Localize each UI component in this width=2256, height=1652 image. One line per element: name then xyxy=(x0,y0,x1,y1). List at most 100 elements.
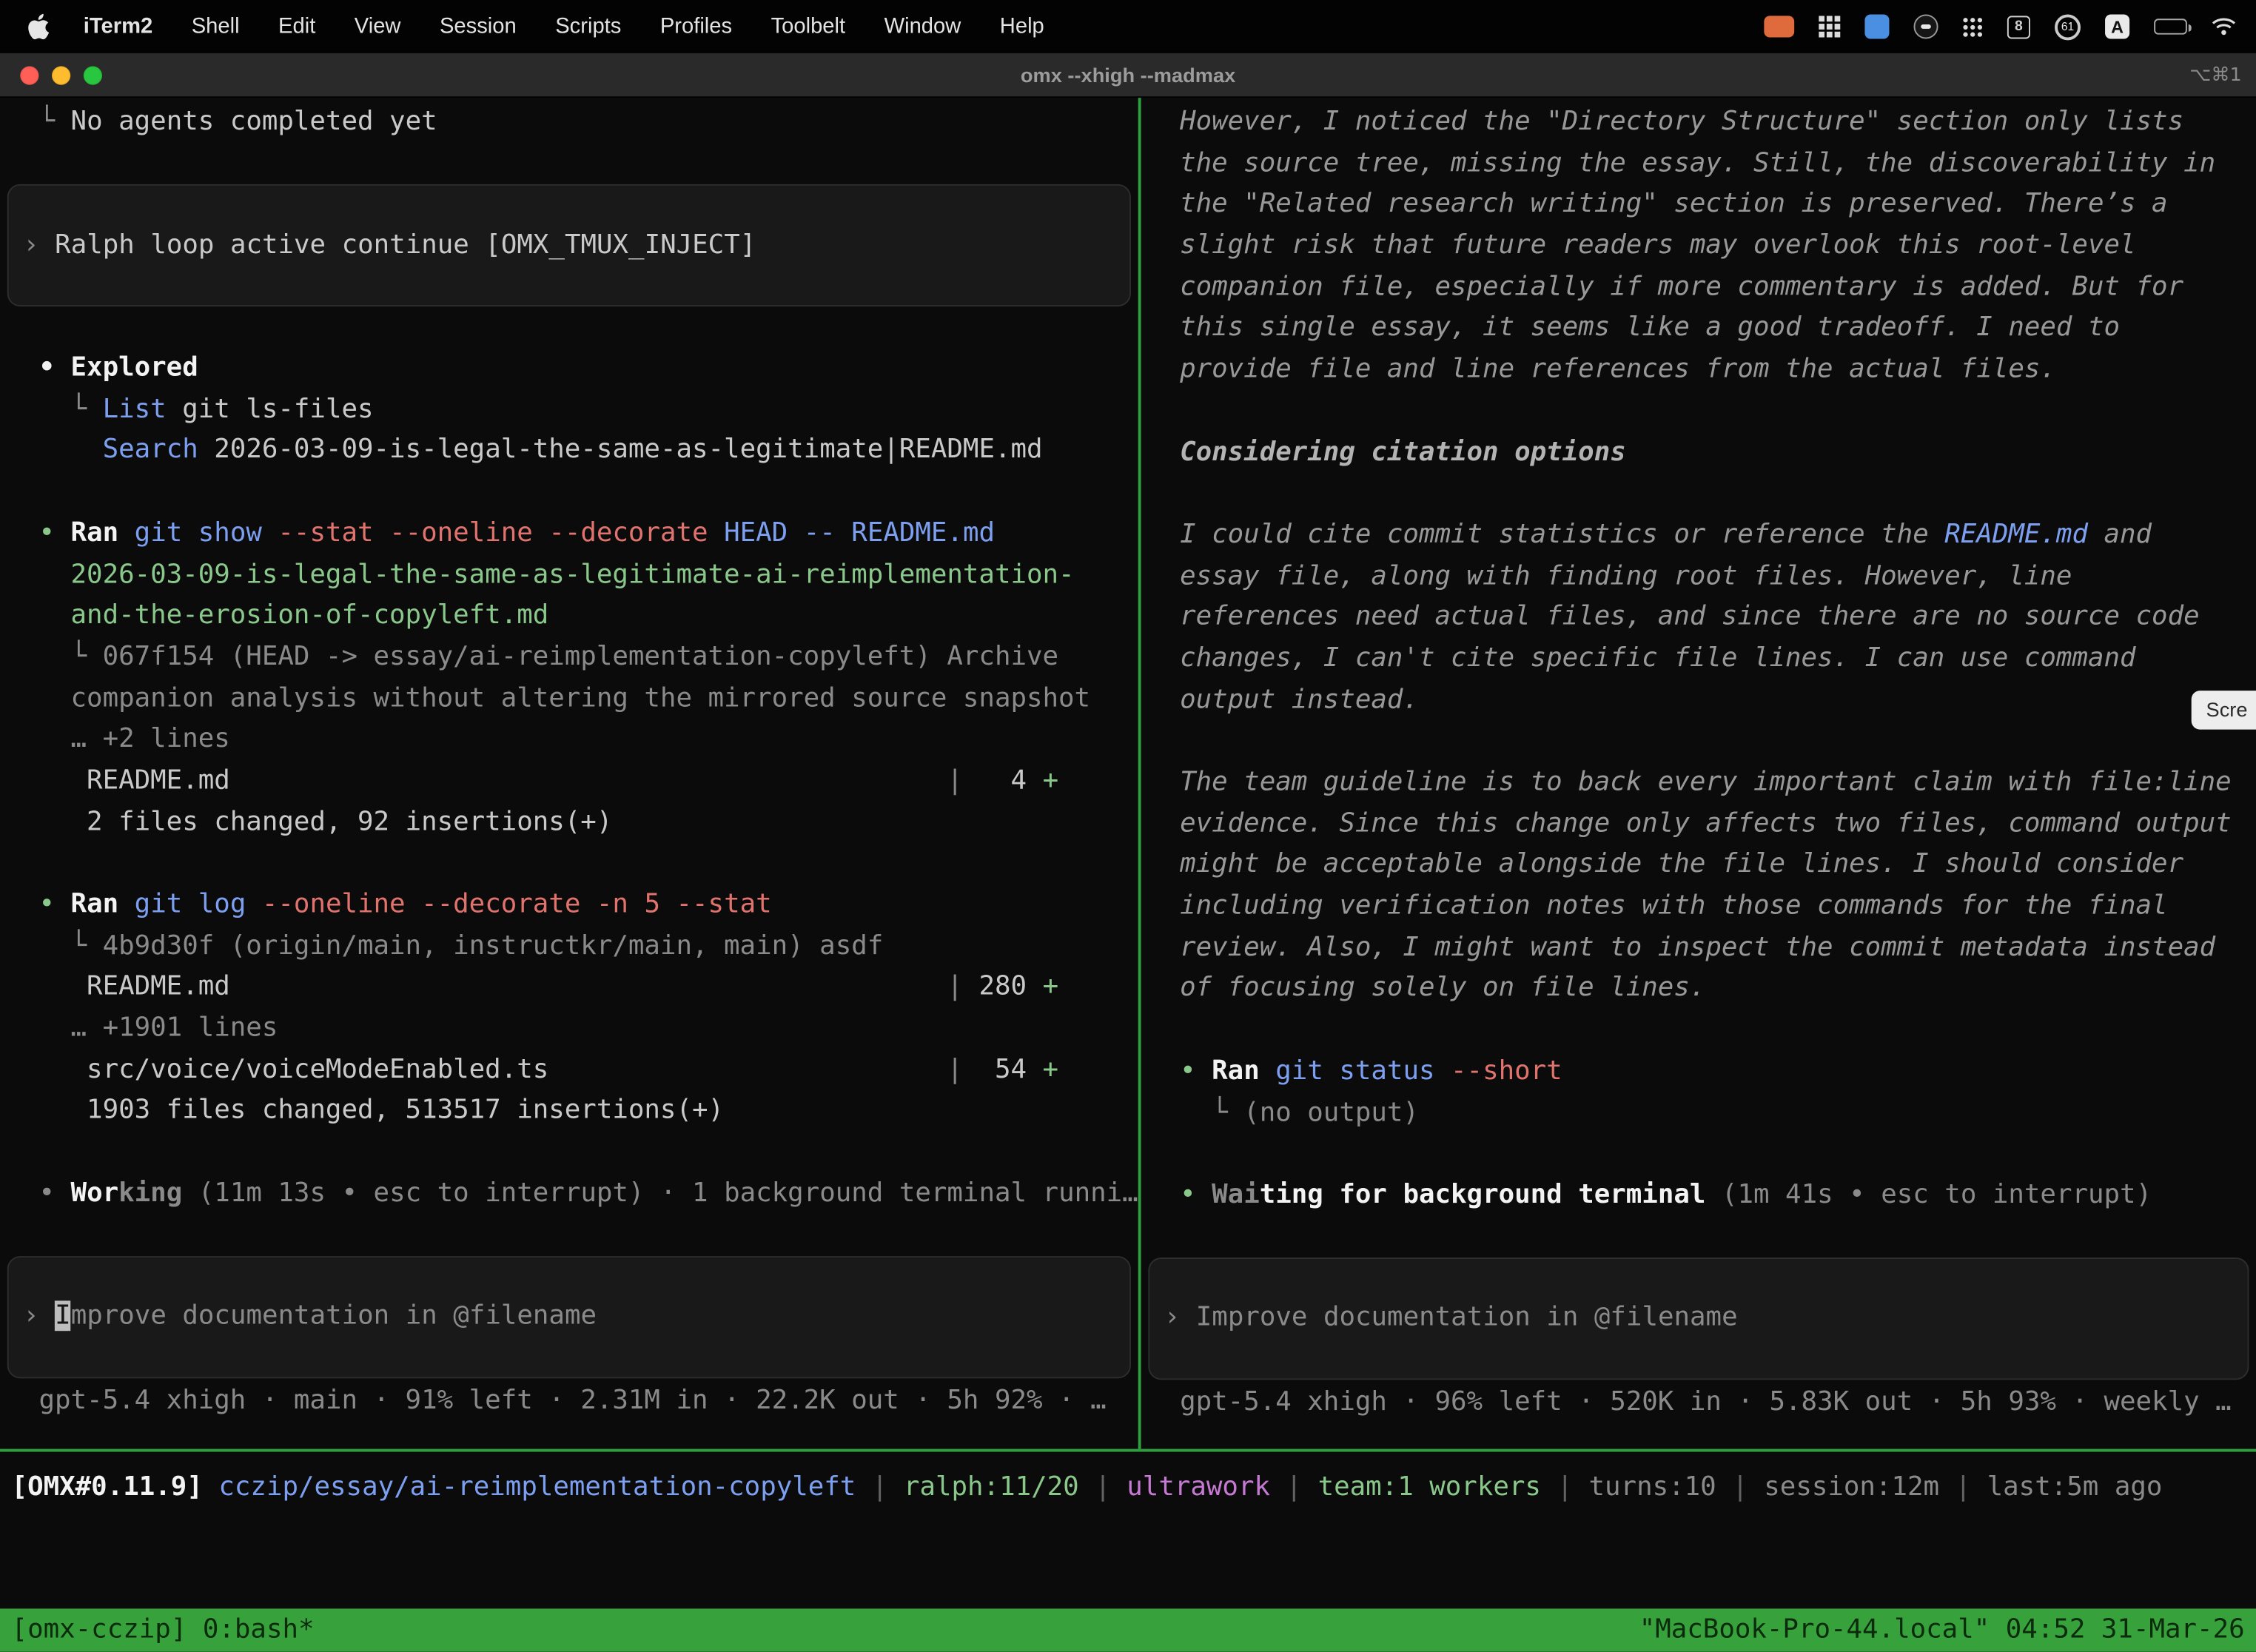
traffic-lights xyxy=(20,65,102,84)
tmux-host-clock: "MacBook-Pro-44.local" 04:52 31-Mar-26 xyxy=(1639,1610,2245,1651)
terminal-line: 2026-03-09-is-legal-the-same-as-legitima… xyxy=(0,554,1138,596)
terminal-line: └ 4b9d30f (origin/main, instructkr/main,… xyxy=(0,926,1138,967)
bottom-terminal-pane[interactable]: [OMX#0.11.9] cczip/essay/ai-reimplementa… xyxy=(0,1451,2256,1651)
omx-status-line: [OMX#0.11.9] cczip/essay/ai-reimplementa… xyxy=(0,1468,2256,1509)
terminal-line xyxy=(1141,1134,2256,1175)
terminal-line xyxy=(0,1215,1138,1257)
terminal-line: └ 067f154 (HEAD -> essay/ai-reimplementa… xyxy=(0,637,1138,679)
terminal-line: companion file, especially if more comme… xyxy=(1141,267,2256,309)
menu-item-shell[interactable]: Shell xyxy=(192,14,240,38)
menu-item-view[interactable]: View xyxy=(355,14,401,38)
terminal-line: the source tree, missing the essay. Stil… xyxy=(1141,144,2256,185)
letter-a-icon[interactable]: A xyxy=(2105,14,2129,38)
terminal-line: changes, I can't cite specific file line… xyxy=(1141,639,2256,680)
terminal-line: • Ran git show --stat --oneline --decora… xyxy=(0,514,1138,555)
terminal-line: README.md | 4 + xyxy=(0,761,1138,802)
terminal-line xyxy=(0,844,1138,885)
terminal-line: • Ran git status --short xyxy=(1141,1052,2256,1093)
terminal-line: … +2 lines xyxy=(0,719,1138,761)
menu-item-iterm2[interactable]: iTerm2 xyxy=(84,14,152,38)
menu-items: iTerm2 Shell Edit View Session Scripts P… xyxy=(84,14,1044,38)
battery-icon[interactable] xyxy=(2154,19,2187,34)
terminal-line: and-the-erosion-of-copyleft.md xyxy=(0,596,1138,637)
close-button[interactable] xyxy=(20,65,38,84)
terminal-line: references need actual files, and since … xyxy=(1141,597,2256,639)
menu-item-help[interactable]: Help xyxy=(1000,14,1044,38)
screen-share-tab[interactable]: Scre xyxy=(2192,691,2256,729)
terminal-line: Search 2026-03-09-is-legal-the-same-as-l… xyxy=(0,431,1138,472)
terminal-line: might be acceptable alongside the file l… xyxy=(1141,845,2256,887)
terminal-line: output instead. xyxy=(1141,680,2256,722)
grid-icon[interactable] xyxy=(1819,16,1840,37)
terminal-line xyxy=(0,1132,1138,1174)
terminal-line xyxy=(1141,722,2256,763)
terminal-line xyxy=(1141,1217,2256,1258)
terminal-line: • Explored xyxy=(0,349,1138,390)
minimize-button[interactable] xyxy=(52,65,70,84)
terminal-line: The team guideline is to back every impo… xyxy=(1141,762,2256,804)
menu-item-profiles[interactable]: Profiles xyxy=(660,14,732,38)
menu-item-window[interactable]: Window xyxy=(884,14,961,38)
terminal-line: this single essay, it seems like a good … xyxy=(1141,309,2256,350)
terminal-line xyxy=(0,307,1138,349)
terminal-line: essay file, along with finding root file… xyxy=(1141,556,2256,597)
terminal-line xyxy=(1141,391,2256,432)
screen: iTerm2 Shell Edit View Session Scripts P… xyxy=(0,0,2256,1652)
status-line: gpt-5.4 xhigh · main · 91% left · 2.31M … xyxy=(0,1382,1138,1423)
terminal-line: slight risk that future readers may over… xyxy=(1141,226,2256,267)
apple-menu-icon[interactable] xyxy=(26,13,49,40)
terminal-line: review. Also, I might want to inspect th… xyxy=(1141,927,2256,969)
terminal-line: • Ran git log --oneline --decorate -n 5 … xyxy=(0,885,1138,927)
right-terminal-pane[interactable]: However, I noticed the "Directory Struct… xyxy=(1141,98,2256,1448)
gauge-61-icon[interactable]: 61 xyxy=(2055,13,2081,39)
terminal-line: README.md | 280 + xyxy=(0,967,1138,1009)
window-hotkey-label: ⌥⌘1 xyxy=(2189,64,2242,86)
terminal-line: └ No agents completed yet xyxy=(0,102,1138,144)
macos-menu-bar: iTerm2 Shell Edit View Session Scripts P… xyxy=(0,0,2256,53)
menu-item-edit[interactable]: Edit xyxy=(278,14,315,38)
window-title: omx --xhigh --madmax xyxy=(1021,64,1235,87)
left-terminal-pane[interactable]: └ No agents completed yet › Ralph loop ac… xyxy=(0,98,1138,1448)
blue-app-icon[interactable] xyxy=(1864,14,1889,38)
terminal-line: I could cite commit statistics or refere… xyxy=(1141,515,2256,557)
screen-recording-indicator-icon[interactable] xyxy=(1764,16,1794,37)
menu-item-session[interactable]: Session xyxy=(440,14,517,38)
tmux-panes: └ No agents completed yet › Ralph loop ac… xyxy=(0,98,2256,1448)
terminal-line: the "Related research writing" section i… xyxy=(1141,185,2256,226)
terminal-line: • Working (11m 13s • esc to interrupt) ·… xyxy=(0,1174,1138,1215)
terminal-line xyxy=(1141,474,2256,515)
prompt-input[interactable]: › Ralph loop active continue [OMX_TMUX_I… xyxy=(7,185,1131,307)
apps-grid-icon[interactable] xyxy=(1963,16,1983,36)
terminal-line: 2 files changed, 92 insertions(+) xyxy=(0,802,1138,844)
terminal-line: └ List git ls-files xyxy=(0,389,1138,431)
terminal-line: including verification notes with those … xyxy=(1141,887,2256,928)
terminal-line: 1903 files changed, 513517 insertions(+) xyxy=(0,1091,1138,1132)
terminal-line: src/voice/voiceModeEnabled.ts | 54 + xyxy=(0,1050,1138,1092)
terminal-line xyxy=(0,472,1138,514)
tmux-session-info: [omx-cczip] 0:bash* xyxy=(12,1610,315,1651)
menu-item-scripts[interactable]: Scripts xyxy=(555,14,621,38)
terminal-line: • Waiting for background terminal (1m 41… xyxy=(1141,1175,2256,1217)
terminal-line xyxy=(1141,1010,2256,1052)
terminal-line: of focusing solely on file lines. xyxy=(1141,969,2256,1010)
terminal-line: └ (no output) xyxy=(1141,1092,2256,1134)
status-line: gpt-5.4 xhigh · 96% left · 520K in · 5.8… xyxy=(1141,1383,2256,1425)
window-title-bar: omx --xhigh --madmax ⌥⌘1 xyxy=(0,53,2256,98)
terminal-line: [OMX#0.11.9] cczip/essay/ai-reimplementa… xyxy=(0,1468,2256,1509)
terminal-content: └ No agents completed yet › Ralph loop ac… xyxy=(0,98,2256,1652)
dark-app-icon[interactable] xyxy=(1914,14,1938,38)
terminal-line: … +1901 lines xyxy=(0,1009,1138,1050)
terminal-line xyxy=(0,144,1138,185)
terminal-line: companion analysis without altering the … xyxy=(0,679,1138,720)
key-8-icon[interactable]: 8 xyxy=(2007,15,2030,38)
prompt-input[interactable]: › Improve documentation in @filename xyxy=(7,1256,1131,1378)
tmux-status-bar: [omx-cczip] 0:bash* "MacBook-Pro-44.loca… xyxy=(0,1608,2256,1651)
menu-item-toolbelt[interactable]: Toolbelt xyxy=(771,14,846,38)
terminal-line: However, I noticed the "Directory Struct… xyxy=(1141,102,2256,144)
terminal-line: provide file and line references from th… xyxy=(1141,350,2256,392)
menu-bar-status-icons: 8 61 A xyxy=(1764,13,2236,39)
prompt-input[interactable]: › Improve documentation in @filename xyxy=(1148,1258,2249,1380)
terminal-line: evidence. Since this change only affects… xyxy=(1141,804,2256,845)
zoom-button[interactable] xyxy=(84,65,102,84)
wifi-icon[interactable] xyxy=(2212,17,2236,36)
